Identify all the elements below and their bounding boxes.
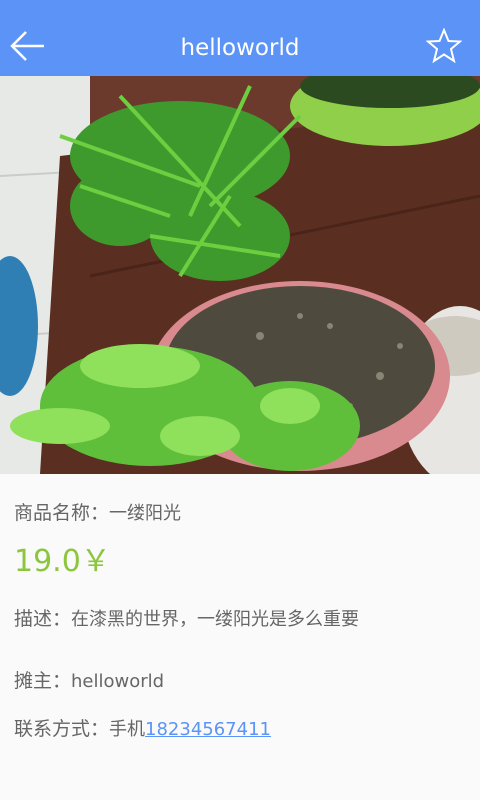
seller-label: 摊主： [14,670,72,692]
product-name: 一缕阳光 [109,503,182,524]
description-label: 描述： [14,608,72,630]
product-name-row: 商品名称：一缕阳光 [14,498,181,525]
seller-row: 摊主：helloworld [14,666,164,693]
seller-name: helloworld [71,671,165,692]
phone-link[interactable]: 18234567411 [145,719,271,740]
price-row: 19.0￥ [14,536,111,580]
contact-label: 联系方式： [14,718,110,740]
star-outline-icon[interactable] [426,28,462,64]
description-text: 在漆黑的世界，一缕阳光是多么重要 [71,609,360,630]
contact-row: 联系方式：手机18234567411 [14,714,271,741]
description-row: 描述：在漆黑的世界，一缕阳光是多么重要 [14,604,359,631]
product-image [0,76,480,474]
page-title: helloworld [180,35,300,61]
app-header: helloworld [0,0,480,76]
product-name-label: 商品名称： [14,502,110,524]
price: 19.0￥ [14,544,111,579]
contact-prefix: 手机 [109,719,146,740]
